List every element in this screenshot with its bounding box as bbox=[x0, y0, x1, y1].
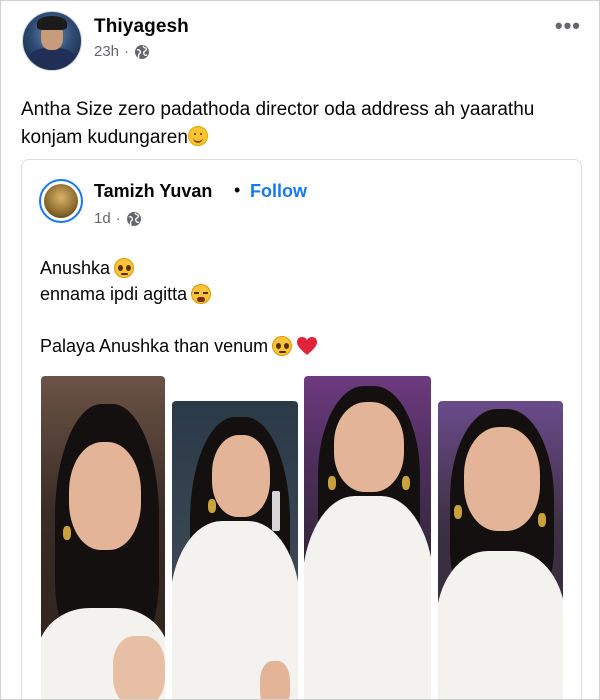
photo-3[interactable] bbox=[304, 376, 431, 699]
follow-separator: • bbox=[234, 180, 241, 200]
shared-post-text: Anushka ennama ipdi agitta Palaya Anushk… bbox=[40, 255, 318, 359]
photo-4[interactable] bbox=[438, 401, 563, 699]
photo-dress bbox=[438, 551, 563, 699]
author-name[interactable]: Thiyagesh bbox=[94, 16, 189, 38]
globe-icon[interactable] bbox=[134, 44, 150, 60]
photo-hand bbox=[260, 661, 290, 699]
photo-1[interactable] bbox=[41, 376, 165, 699]
post-text: Antha Size zero padathoda director oda a… bbox=[21, 96, 581, 152]
post-text-content: Antha Size zero padathoda director oda a… bbox=[21, 99, 535, 148]
photo-face bbox=[69, 442, 141, 550]
shared-text-line-1: Anushka bbox=[40, 255, 318, 281]
photo-face bbox=[464, 427, 540, 531]
photo-2[interactable] bbox=[172, 401, 298, 699]
shared-meta-separator: · bbox=[115, 210, 121, 227]
shared-text-line-2-content: ennama ipdi agitta bbox=[40, 284, 188, 304]
avatar-body bbox=[29, 48, 75, 70]
sobbing-face-emoji-icon bbox=[191, 284, 212, 304]
shared-post-meta: 1d · bbox=[94, 210, 142, 227]
shared-text-line-1-content: Anushka bbox=[40, 258, 111, 278]
photo-earring bbox=[208, 499, 216, 513]
photo-hand bbox=[113, 636, 165, 699]
shared-text-line-3-content: Palaya Anushka than venum bbox=[40, 336, 269, 356]
photo-face bbox=[334, 402, 404, 492]
photo-earring bbox=[402, 476, 410, 490]
globe-icon[interactable] bbox=[126, 211, 142, 227]
author-avatar[interactable] bbox=[22, 11, 82, 71]
shared-post-time[interactable]: 1d bbox=[94, 210, 111, 227]
shared-author-name[interactable]: Tamizh Yuvan bbox=[94, 181, 212, 202]
red-heart-emoji-icon bbox=[297, 337, 318, 355]
post-time[interactable]: 23h bbox=[94, 43, 119, 60]
phone bbox=[272, 491, 280, 531]
smiling-face-emoji-icon bbox=[187, 126, 208, 146]
avatar-hair bbox=[37, 16, 67, 30]
shared-text-line-3: Palaya Anushka than venum bbox=[40, 333, 318, 359]
shared-post[interactable]: Tamizh Yuvan • Follow 1d · Anushka ennam… bbox=[21, 159, 582, 699]
post-meta: 23h · bbox=[94, 43, 150, 60]
text-gap bbox=[40, 307, 318, 333]
pleading-face-emoji-icon bbox=[272, 336, 293, 356]
shared-text-line-2: ennama ipdi agitta bbox=[40, 281, 318, 307]
shared-author-avatar[interactable] bbox=[39, 179, 83, 223]
photo-earring bbox=[328, 476, 336, 490]
shared-avatar-image bbox=[44, 184, 78, 218]
more-options-icon[interactable]: ••• bbox=[555, 13, 581, 39]
photo-earring bbox=[538, 513, 546, 527]
photo-earring bbox=[63, 526, 71, 540]
photo-dress bbox=[304, 496, 431, 699]
facebook-post-card: Thiyagesh 23h · ••• Antha Size zero pada… bbox=[0, 0, 600, 700]
meta-separator: · bbox=[124, 43, 130, 60]
photo-earring bbox=[454, 505, 462, 519]
pleading-face-emoji-icon bbox=[114, 258, 135, 278]
follow-button[interactable]: Follow bbox=[250, 181, 307, 202]
photo-face bbox=[212, 435, 270, 517]
